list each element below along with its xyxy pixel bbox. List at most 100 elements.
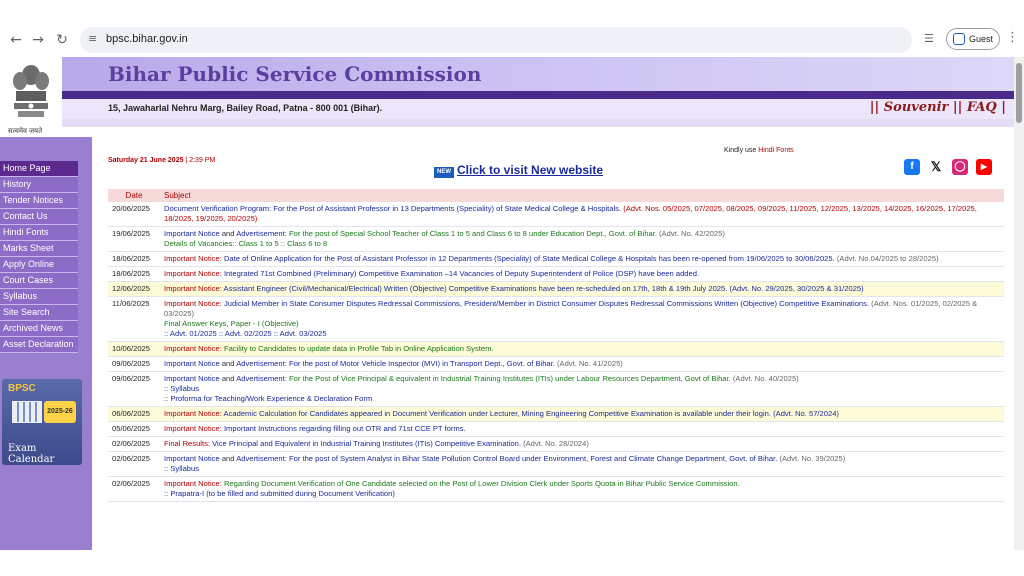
notice-text[interactable]: Advertisement [236, 454, 285, 463]
state-emblem[interactable]: सत्यमेव जयते [0, 57, 62, 137]
notice-subject: Important Notice and Advertisement: For … [160, 226, 1004, 252]
hindi-fonts-link[interactable]: Hindi Fonts [758, 147, 793, 154]
notice-text[interactable]: : For the Post of Vice Principal & equiv… [285, 374, 731, 383]
calendar-label: Exam Calendar [8, 443, 55, 465]
notice-sublink[interactable]: :: Syllabus [164, 464, 1000, 474]
notice-subject: Important Notice: Date of Online Applica… [160, 251, 1004, 267]
notice-text[interactable]: Date of Online Application for the Post … [222, 254, 835, 263]
table-row: 18/06/2025 Important Notice: Date of Onli… [108, 251, 1004, 267]
sidebar-item-contact-us[interactable]: Contact Us [0, 209, 78, 225]
notice-date: 02/06/2025 [108, 476, 160, 502]
notice-text[interactable]: Important Notice: [164, 479, 222, 488]
table-row: 02/06/2025 Important Notice: Regarding Do… [108, 476, 1004, 502]
notice-sublink[interactable]: :: Prapatra-I (to be filled and submitte… [164, 489, 1000, 499]
address-bar[interactable]: ≡ bpsc.bihar.gov.in [80, 27, 912, 53]
date-text: Saturday 21 June 2025 [108, 157, 184, 164]
notice-sublink[interactable]: :: Advt. 01/2025 :: Advt. 02/2025 :: Adv… [164, 329, 1000, 339]
facebook-icon[interactable]: f [904, 159, 920, 175]
notice-text[interactable]: Important Notice [164, 454, 220, 463]
notice-text[interactable]: Important Notice: [164, 254, 222, 263]
instagram-icon[interactable]: ◯ [952, 159, 968, 175]
notice-text[interactable]: Important Notice: [164, 299, 222, 308]
header-divider [62, 91, 1024, 99]
notice-text[interactable]: Facility to Candidates to update data in… [222, 344, 494, 353]
notice-subject: Important Notice: Integrated 71st Combin… [160, 266, 1004, 282]
youtube-icon[interactable]: ▶ [976, 159, 992, 175]
sidebar-item-archived-news[interactable]: Archived News [0, 321, 78, 337]
back-icon[interactable]: ← [6, 30, 26, 50]
sidebar-item-history[interactable]: History [0, 177, 78, 193]
notice-text[interactable]: Important Notice [164, 359, 220, 368]
notice-text: (Advt. No. 40/2025) [730, 374, 799, 383]
notice-date: 20/06/2025 [108, 202, 160, 227]
notice-subject: Important Notice: Regarding Document Ver… [160, 476, 1004, 502]
sidebar-menu: Home Page History Tender Notices Contact… [0, 161, 78, 353]
notice-text[interactable]: : For the post of Special School Teacher… [285, 229, 657, 238]
sidebar-item-hindi-fonts[interactable]: Hindi Fonts [0, 225, 78, 241]
notice-sublink[interactable]: Final Answer Keys, Paper - I (Objective) [164, 319, 1000, 329]
sidebar-item-home-page[interactable]: Home Page [0, 161, 78, 177]
url-text[interactable]: bpsc.bihar.gov.in [106, 33, 188, 45]
notice-text[interactable]: Vice Principal and Equivalent in Industr… [210, 439, 521, 448]
notice-text[interactable]: Advertisement [236, 374, 285, 383]
new-website-text[interactable]: Click to visit New website [457, 163, 603, 177]
notice-text[interactable]: Important Notice: [164, 269, 222, 278]
notice-sublink[interactable]: Details of Vacancies:: Class 1 to 5 :: C… [164, 239, 1000, 249]
notice-text[interactable]: Important Notice [164, 229, 220, 238]
table-row: 09/06/2025 Important Notice and Advertise… [108, 371, 1004, 407]
menu-kebab-icon[interactable]: ⋮ [1006, 30, 1019, 45]
reload-icon[interactable]: ↻ [52, 30, 72, 50]
notice-text[interactable]: Advertisement [236, 359, 285, 368]
notice-text: (Advt. No. 42/2025) [656, 229, 725, 238]
notice-text[interactable]: Document Verification Program: For the P… [164, 204, 621, 213]
bpsc-website: Bihar Public Service Commission 15, Jawa… [0, 57, 1024, 550]
notice-subject: Important Notice: Important Instructions… [160, 421, 1004, 437]
page-scrollbar[interactable] [1014, 57, 1024, 550]
notice-subject: Document Verification Program: For the P… [160, 202, 1004, 227]
table-row: 09/06/2025 Important Notice and Advertise… [108, 356, 1004, 372]
notice-date: 18/06/2025 [108, 266, 160, 282]
forward-icon[interactable]: → [28, 30, 48, 50]
profile-button[interactable]: Guest [946, 28, 1000, 50]
exam-calendar-banner[interactable]: BPSC 2025-26 Exam Calendar [2, 379, 82, 465]
scrollbar-thumb[interactable] [1016, 63, 1022, 123]
notice-sublink[interactable]: :: Syllabus [164, 384, 1000, 394]
notice-text[interactable]: Important Notice: [164, 424, 222, 433]
notice-text[interactable]: Academic Calculation for Candidates appe… [222, 409, 839, 418]
notice-text[interactable]: : For the post of Motor Vehicle Inspecto… [285, 359, 555, 368]
notice-text[interactable]: Assistant Engineer (Civil/Mechanical/Ele… [222, 284, 864, 293]
notice-text: (Advt. No. 41/2025) [554, 359, 623, 368]
notice-text[interactable]: Integrated 71st Combined (Preliminary) C… [222, 269, 699, 278]
notice-text[interactable]: Important Notice: [164, 284, 222, 293]
notice-text[interactable]: Important Notice: [164, 344, 222, 353]
sidebar-item-tender-notices[interactable]: Tender Notices [0, 193, 78, 209]
site-settings-icon[interactable]: ≡ [88, 32, 97, 45]
notice-text[interactable]: Important Instructions regarding filling… [222, 424, 466, 433]
table-row: 06/06/2025 Important Notice: Academic Cal… [108, 406, 1004, 422]
notice-text[interactable]: Regarding Document Verification of One C… [222, 479, 740, 488]
notice-subject: Important Notice and Advertisement: For … [160, 356, 1004, 372]
sidebar-item-apply-online[interactable]: Apply Online [0, 257, 78, 273]
sidebar-item-court-cases[interactable]: Court Cases [0, 273, 78, 289]
notice-text[interactable]: Important Notice: [164, 409, 222, 418]
notice-sublink[interactable]: :: Proforma for Teaching/Work Experience… [164, 394, 1000, 404]
x-icon[interactable]: 𝕏 [928, 159, 944, 175]
emblem-motto: सत्यमेव जयते [8, 128, 43, 135]
notice-text[interactable]: : For the post of System Analyst in Biha… [285, 454, 778, 463]
notice-text[interactable]: Final Results: [164, 439, 210, 448]
notice-subject: Important Notice: Academic Calculation f… [160, 406, 1004, 422]
sidebar-item-site-search[interactable]: Site Search [0, 305, 78, 321]
cast-icon[interactable]: ☰ [924, 32, 934, 45]
calendar-brand: BPSC [8, 383, 36, 394]
souvenir-faq-links[interactable]: || Souvenir || FAQ | [870, 100, 1006, 115]
sidebar-item-marks-sheet[interactable]: Marks Sheet [0, 241, 78, 257]
notice-text[interactable]: Advertisement [236, 229, 285, 238]
sidebar-item-syllabus[interactable]: Syllabus [0, 289, 78, 305]
notice-text[interactable]: Important Notice [164, 374, 220, 383]
new-website-link[interactable]: NEW Click to visit New website [434, 163, 603, 178]
notice-text[interactable]: Judicial Member in State Consumer Disput… [222, 299, 869, 308]
notice-text: (Advt. No. 28/2024) [520, 439, 589, 448]
notice-date: 11/06/2025 [108, 296, 160, 342]
notice-date: 12/06/2025 [108, 281, 160, 297]
sidebar-item-asset-declaration[interactable]: Asset Declaration [0, 337, 78, 353]
